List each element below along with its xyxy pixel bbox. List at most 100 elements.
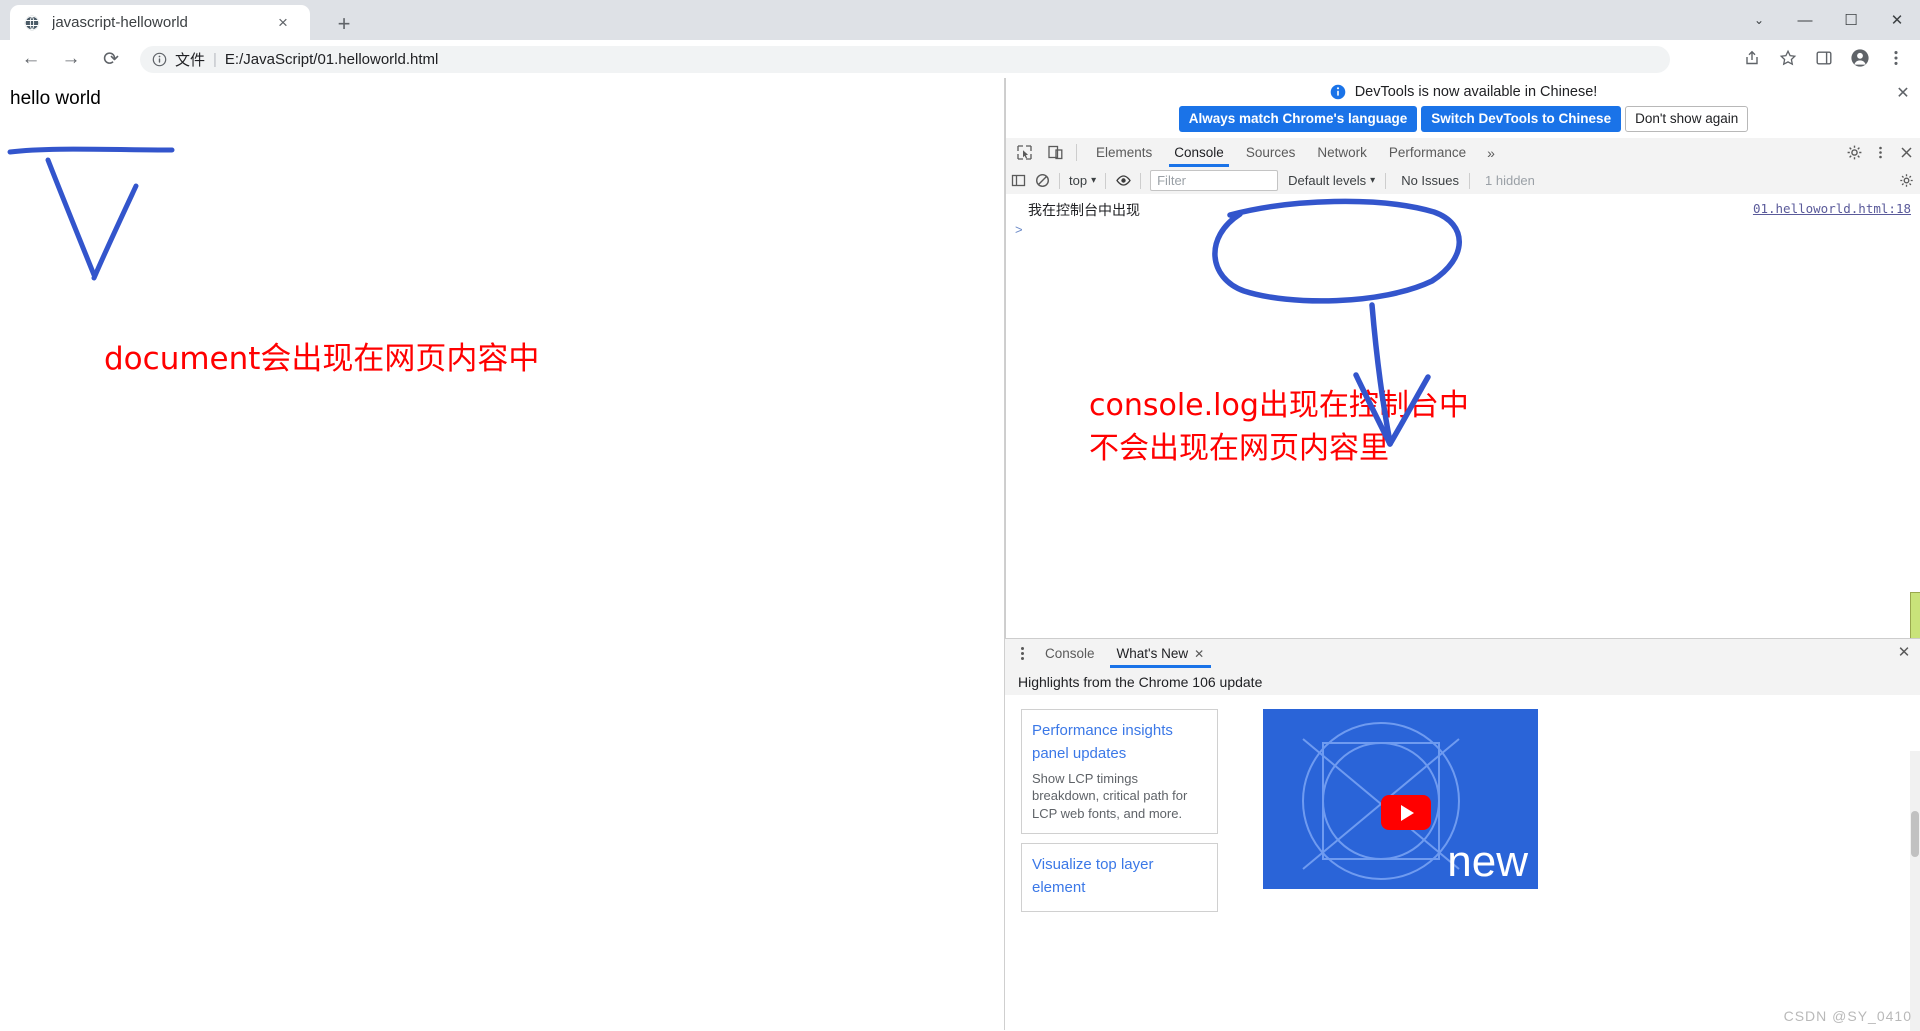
drawer-tab-whats-new[interactable]: What's New ✕	[1106, 639, 1216, 668]
whats-new-card[interactable]: Visualize top layer element	[1021, 843, 1218, 912]
page-viewport: hello world document会出现在网页内容中	[0, 78, 1005, 1030]
devtools-tab-sources[interactable]: Sources	[1235, 138, 1307, 167]
browser-toolbar: ← → ⟳ 文件 | E:/JavaScript/01.helloworld.h…	[0, 40, 1920, 79]
dont-show-again-button[interactable]: Don't show again	[1625, 105, 1749, 132]
drawer-tab-whats-new-label: What's New	[1116, 646, 1189, 661]
devtools-tab-performance[interactable]: Performance	[1378, 138, 1477, 167]
console-log-levels-label: Default levels	[1288, 173, 1367, 188]
chevron-down-icon: ▾	[1091, 175, 1097, 186]
console-message-row[interactable]: 我在控制台中出现 01.helloworld.html:18	[1006, 198, 1920, 220]
profile-icon[interactable]	[1844, 42, 1876, 74]
live-expression-icon[interactable]	[1111, 169, 1135, 193]
annotation-console-line1: console.log出现在控制台中	[1089, 388, 1469, 423]
address-bar-scheme: 文件	[175, 52, 206, 69]
always-match-chrome-language-button[interactable]: Always match Chrome's language	[1178, 105, 1418, 132]
whats-new-header: Highlights from the Chrome 106 update	[1005, 668, 1920, 696]
whats-new-card-title[interactable]: Visualize top layer element	[1032, 853, 1207, 900]
chevron-down-icon[interactable]: ⌄	[1736, 0, 1782, 40]
reload-button[interactable]: ⟳	[94, 42, 128, 76]
close-icon[interactable]	[1893, 140, 1919, 166]
devtools-tab-network[interactable]: Network	[1306, 138, 1378, 167]
toolbar-divider	[1140, 172, 1142, 189]
device-toolbar-icon[interactable]	[1042, 140, 1068, 166]
console-log-levels-selector[interactable]: Default levels ▾	[1288, 173, 1375, 188]
star-icon[interactable]	[1772, 42, 1804, 74]
drawer-scrollbar[interactable]	[1910, 751, 1920, 1031]
toolbar-actions	[1732, 42, 1912, 74]
switch-devtools-to-chinese-button[interactable]: Switch DevTools to Chinese	[1421, 105, 1622, 132]
globe-icon	[24, 15, 40, 30]
three-dot-menu-icon[interactable]	[1880, 42, 1912, 74]
share-icon[interactable]	[1736, 42, 1768, 74]
devtools-tab-elements[interactable]: Elements	[1085, 138, 1163, 167]
toolbar-divider	[1105, 172, 1107, 189]
whats-new-media-thumbnail[interactable]: new	[1263, 709, 1538, 889]
gear-icon[interactable]	[1841, 140, 1867, 166]
toolbar-divider	[1469, 172, 1470, 189]
console-filter-toolbar: top ▾ Filter Default levels ▾ No Issues …	[1006, 167, 1920, 195]
console-filter-input[interactable]: Filter	[1150, 170, 1279, 191]
devtools-tab-bar: Elements Console Sources Network Perform…	[1006, 138, 1920, 168]
address-bar[interactable]: 文件 | E:/JavaScript/01.helloworld.html	[140, 46, 1670, 73]
three-dot-menu-icon[interactable]	[1867, 140, 1893, 166]
whats-new-card[interactable]: Performance insights panel updates Show …	[1021, 709, 1218, 835]
browser-tab[interactable]: javascript-helloworld ×	[10, 5, 310, 40]
clear-console-icon[interactable]	[1030, 169, 1054, 193]
toolbar-divider	[1076, 144, 1077, 161]
toolbar-divider	[1059, 172, 1060, 189]
notification-message-row: DevTools is now available in Chinese!	[1006, 81, 1920, 103]
drawer-scrollbar-thumb[interactable]	[1911, 811, 1919, 857]
forward-button[interactable]: →	[54, 42, 88, 76]
play-button-icon[interactable]	[1381, 795, 1431, 830]
console-context-label: top	[1069, 173, 1088, 188]
new-tab-button[interactable]: +	[330, 10, 358, 38]
devtools-language-notification: DevTools is now available in Chinese! Al…	[1006, 78, 1920, 139]
close-drawer-icon[interactable]: ✕	[1894, 643, 1914, 663]
side-panel-icon[interactable]	[1808, 42, 1840, 74]
notification-message: DevTools is now available in Chinese!	[1354, 84, 1598, 100]
console-source-link[interactable]: 01.helloworld.html:18	[1753, 201, 1911, 216]
minimize-button[interactable]: —	[1782, 0, 1828, 40]
close-icon[interactable]: ×	[274, 14, 292, 32]
close-icon[interactable]: ✕	[1194, 647, 1204, 661]
window-controls: ⌄ — ☐ ✕	[1736, 0, 1920, 40]
watermark: CSDN @SY_0410	[1783, 1008, 1912, 1024]
gear-icon[interactable]	[1895, 169, 1917, 191]
maximize-button[interactable]: ☐	[1828, 0, 1874, 40]
browser-window: javascript-helloworld × + ⌄ — ☐ ✕ ← → ⟳ …	[0, 0, 1920, 1031]
toolbar-divider	[1385, 172, 1387, 189]
whats-new-card-description: Show LCP timings breakdown, critical pat…	[1032, 770, 1188, 821]
console-issues-button[interactable]: No Issues	[1401, 173, 1459, 188]
whats-new-title: Highlights from the Chrome 106 update	[1018, 673, 1263, 690]
info-icon[interactable]	[152, 52, 167, 67]
console-input-prompt[interactable]: >	[1015, 222, 1023, 237]
console-context-selector[interactable]: top ▾	[1065, 173, 1100, 188]
address-bar-url[interactable]: E:/JavaScript/01.helloworld.html	[225, 51, 438, 68]
close-icon[interactable]: ✕	[1893, 84, 1913, 104]
annotation-text-document: document会出现在网页内容中	[104, 341, 540, 377]
close-window-button[interactable]: ✕	[1874, 0, 1920, 40]
notification-buttons-row: Always match Chrome's language Switch De…	[1006, 105, 1920, 132]
console-sidebar-icon[interactable]	[1006, 169, 1030, 193]
page-body-text: hello world	[10, 88, 101, 109]
whats-new-card-title[interactable]: Performance insights panel updates	[1032, 719, 1207, 766]
devtools-tabbar-actions	[1841, 138, 1919, 167]
info-icon	[1330, 84, 1345, 100]
address-bar-separator: |	[213, 51, 217, 68]
inspect-element-icon[interactable]	[1011, 140, 1037, 166]
tab-title: javascript-helloworld	[52, 14, 188, 31]
three-dot-menu-icon[interactable]	[1010, 642, 1034, 666]
devtools-tab-console[interactable]: Console	[1163, 138, 1235, 167]
whats-new-card-list: Performance insights panel updates Show …	[1021, 709, 1218, 921]
devtools-tabs-overflow-button[interactable]: »	[1479, 145, 1503, 161]
console-hidden-count[interactable]: 1 hidden	[1485, 173, 1535, 188]
whats-new-content: Performance insights panel updates Show …	[1005, 695, 1920, 1031]
devtools-drawer: Console What's New ✕ ✕ Highlights from t…	[1005, 638, 1920, 1031]
drawer-tab-bar: Console What's New ✕ ✕	[1005, 639, 1920, 669]
console-message-text: 我在控制台中出现	[1028, 203, 1140, 219]
annotation-text-console: console.log出现在控制台中 不会出现在网页内容里	[1089, 385, 1519, 470]
tab-strip: javascript-helloworld × + ⌄ — ☐ ✕	[0, 0, 1920, 40]
annotation-console-line2: 不会出现在网页内容里	[1089, 430, 1389, 466]
drawer-tab-console[interactable]: Console	[1034, 639, 1106, 668]
back-button[interactable]: ←	[14, 42, 48, 76]
